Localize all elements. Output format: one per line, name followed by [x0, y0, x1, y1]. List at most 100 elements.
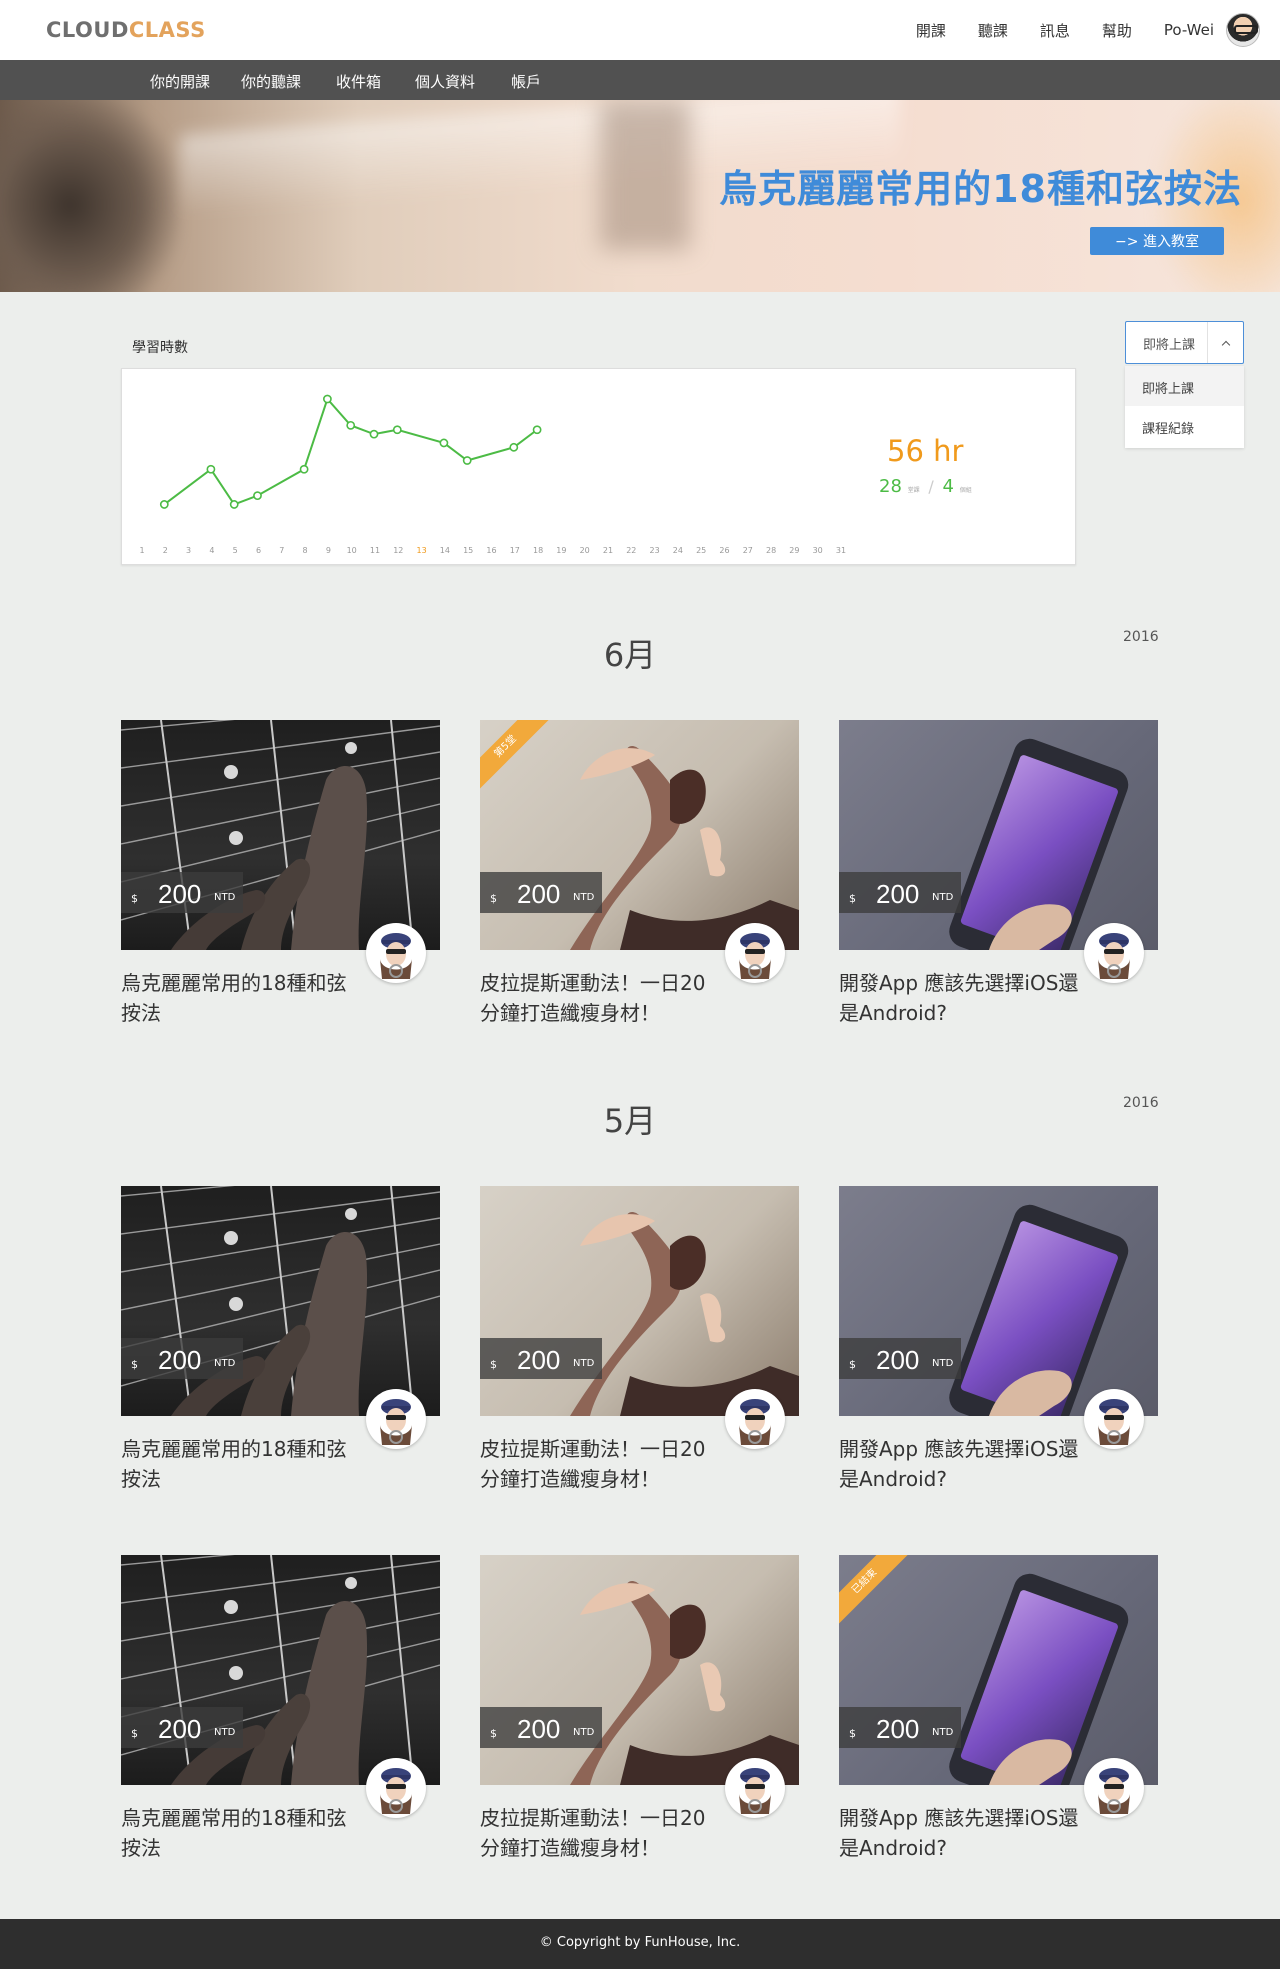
phone-photo — [949, 1204, 1129, 1416]
user-avatar[interactable] — [1226, 13, 1260, 47]
course-title[interactable]: 皮拉提斯運動法！一日20分鐘打造纖瘦身材！ — [480, 968, 720, 1028]
course-title[interactable]: 開發App 應該先選擇iOS還是Android? — [839, 1803, 1079, 1863]
teacher-avatar[interactable] — [366, 1758, 426, 1818]
group-count-unit: 個組 — [959, 487, 972, 494]
course-card[interactable]: $ 200 NTD 烏克麗麗常用的18種和弦按法 — [121, 1186, 440, 1506]
teacher-avatar-art — [1098, 1399, 1130, 1445]
hours-breakdown: 28 堂課 / 4 個組 — [879, 476, 972, 497]
course-title[interactable]: 皮拉提斯運動法！一日20分鐘打造纖瘦身材！ — [480, 1434, 720, 1494]
course-title[interactable]: 開發App 應該先選擇iOS還是Android? — [839, 968, 1079, 1028]
data-point[interactable] — [159, 500, 169, 509]
course-card[interactable]: $ 200 NTD 皮拉提斯運動法！一日20分鐘打造纖瘦身材！ — [480, 1555, 799, 1875]
course-filter-menu: 即將上課 課程紀錄 — [1125, 366, 1244, 448]
data-point[interactable] — [369, 429, 379, 439]
data-point[interactable] — [392, 425, 402, 435]
user-name[interactable]: Po-Wei — [1164, 21, 1214, 39]
course-title[interactable]: 皮拉提斯運動法！一日20分鐘打造纖瘦身材！ — [480, 1803, 720, 1863]
enter-classroom-button[interactable]: −> 進入教室 — [1090, 227, 1224, 255]
price-tag: $ 200 NTD — [480, 872, 602, 913]
guitar-photo — [121, 1555, 440, 1785]
data-point[interactable] — [346, 420, 356, 430]
x-tick-label: 1 — [139, 546, 144, 555]
chevron-up-icon[interactable] — [1207, 322, 1243, 363]
course-title[interactable]: 烏克麗麗常用的18種和弦按法 — [121, 1803, 361, 1863]
course-thumbnail[interactable]: 第5堂 $ 200 NTD — [480, 720, 799, 950]
data-point[interactable] — [462, 456, 472, 465]
filter-option-history[interactable]: 課程紀錄 — [1125, 406, 1244, 446]
teacher-avatar-art — [1098, 933, 1130, 979]
nav-attend-course[interactable]: 聽課 — [978, 20, 1008, 41]
teacher-avatar[interactable] — [1084, 923, 1144, 983]
course-thumbnail[interactable]: $ 200 NTD — [839, 720, 1158, 950]
course-title[interactable]: 開發App 應該先選擇iOS還是Android? — [839, 1434, 1079, 1494]
subnav-account[interactable]: 帳戶 — [511, 71, 541, 92]
course-thumbnail[interactable]: 已結束 $ 200 NTD — [839, 1555, 1158, 1785]
logo[interactable]: CLOUDCLASS — [46, 18, 206, 42]
teacher-avatar[interactable] — [366, 923, 426, 983]
yoga-photo — [570, 745, 799, 950]
course-card[interactable]: $ 200 NTD 開發App 應該先選擇iOS還是Android? — [839, 1186, 1158, 1506]
year-label: 2016 — [1123, 1095, 1159, 1111]
data-point[interactable] — [253, 491, 262, 501]
data-point[interactable] — [439, 438, 449, 448]
filter-option-upcoming[interactable]: 即將上課 — [1125, 366, 1244, 406]
breakdown-divider: / — [928, 477, 934, 496]
course-title[interactable]: 烏克麗麗常用的18種和弦按法 — [121, 1434, 361, 1494]
course-thumbnail[interactable]: $ 200 NTD — [121, 1555, 440, 1785]
x-tick-label: 18 — [533, 546, 543, 555]
price-currency: $ — [490, 892, 497, 905]
course-title[interactable]: 烏克麗麗常用的18種和弦按法 — [121, 968, 361, 1028]
price-tag: $ 200 NTD — [480, 1707, 602, 1748]
x-tick-label: 15 — [463, 546, 473, 555]
data-point[interactable] — [322, 394, 332, 404]
course-thumbnail[interactable]: $ 200 NTD — [480, 1186, 799, 1416]
subnav-profile[interactable]: 個人資料 — [415, 71, 475, 92]
yoga-photo — [570, 1580, 799, 1785]
course-thumbnail[interactable]: $ 200 NTD — [121, 1186, 440, 1416]
course-thumbnail[interactable]: $ 200 NTD — [121, 720, 440, 950]
guitar-photo — [121, 1186, 440, 1416]
course-card[interactable]: $ 200 NTD 烏克麗麗常用的18種和弦按法 — [121, 1555, 440, 1875]
nav-messages[interactable]: 訊息 — [1040, 20, 1070, 41]
course-card[interactable]: 第5堂 $ 200 NTD 皮拉提斯運動法！一日20分鐘打造纖瘦身材！ — [480, 720, 799, 1040]
teacher-avatar[interactable] — [1084, 1758, 1144, 1818]
teacher-avatar[interactable] — [725, 1389, 785, 1449]
course-card[interactable]: $ 200 NTD 皮拉提斯運動法！一日20分鐘打造纖瘦身材！ — [480, 1186, 799, 1506]
nav-help[interactable]: 幫助 — [1102, 20, 1132, 41]
data-point[interactable] — [206, 464, 216, 474]
data-point[interactable] — [509, 442, 519, 452]
teacher-avatar-art — [380, 933, 412, 979]
lesson-count: 28 — [879, 476, 902, 497]
subnav-my-attending[interactable]: 你的聽課 — [241, 71, 301, 92]
course-card[interactable]: 已結束 $ 200 NTD 開發App 應該先選擇iOS還是Android? — [839, 1555, 1158, 1875]
course-thumbnail[interactable]: $ 200 NTD — [839, 1186, 1158, 1416]
teacher-avatar[interactable] — [366, 1389, 426, 1449]
data-point[interactable] — [229, 500, 239, 509]
teacher-avatar[interactable] — [725, 1758, 785, 1818]
x-tick-label: 25 — [696, 546, 706, 555]
phone-photo — [949, 738, 1129, 950]
course-card[interactable]: $ 200 NTD 烏克麗麗常用的18種和弦按法 — [121, 720, 440, 1040]
data-point[interactable] — [532, 425, 542, 435]
data-point[interactable] — [299, 464, 309, 474]
series-line — [163, 397, 538, 506]
teacher-avatar[interactable] — [725, 923, 785, 983]
x-tick-label: 8 — [303, 546, 308, 555]
teacher-avatar[interactable] — [1084, 1389, 1144, 1449]
price-tag: $ 200 NTD — [480, 1338, 602, 1379]
course-card[interactable]: $ 200 NTD 開發App 應該先選擇iOS還是Android? — [839, 720, 1158, 1040]
course-thumbnail[interactable]: $ 200 NTD — [480, 1555, 799, 1785]
x-tick-label: 16 — [486, 546, 496, 555]
logo-text-class: CLASS — [128, 18, 206, 42]
group-count: 4 — [942, 476, 954, 497]
price-amount: 200 — [158, 879, 202, 909]
nav-open-course[interactable]: 開課 — [916, 20, 946, 41]
x-tick-label: 17 — [510, 546, 520, 555]
hero-background-image — [0, 100, 180, 292]
price-currency: $ — [849, 892, 856, 905]
course-filter-dropdown[interactable]: 即將上課 — [1125, 321, 1244, 364]
subnav-inbox[interactable]: 收件箱 — [336, 71, 381, 92]
x-tick-label: 3 — [186, 546, 191, 555]
subnav-my-courses[interactable]: 你的開課 — [150, 71, 210, 92]
price-currency: $ — [490, 1727, 497, 1740]
